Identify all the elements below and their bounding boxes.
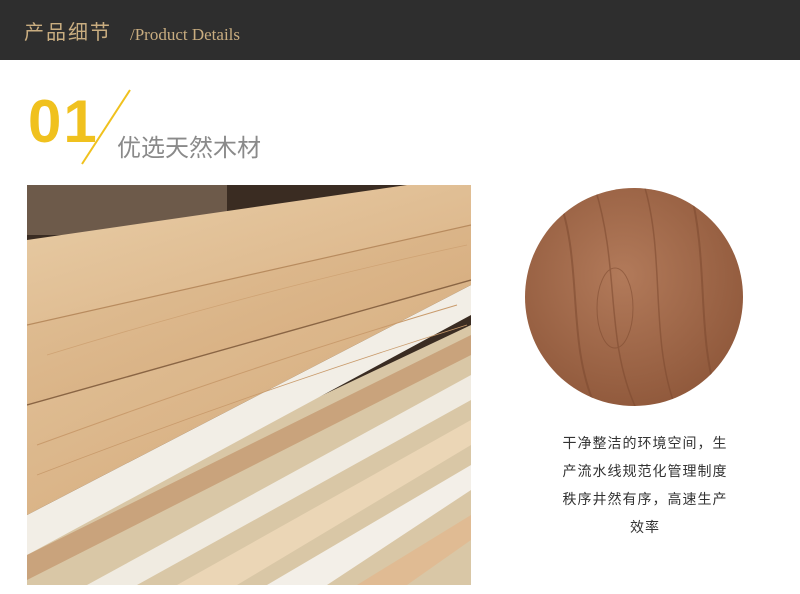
section-title: 优选天然木材 [117, 134, 261, 162]
wood-boards-photo [27, 185, 471, 585]
header-title-cn: 产品细节 [24, 20, 112, 44]
description-line: 干净整洁的环境空间，生 [562, 436, 728, 452]
description-line: 产流水线规范化管理制度 [562, 464, 728, 480]
description-line: 效率 [630, 520, 660, 536]
wood-grain-closeup [525, 188, 743, 406]
header-title-en: /Product Details [130, 25, 241, 44]
description-line: 秩序井然有序，高速生产 [562, 492, 728, 508]
page-header: 产品细节 /Product Details [0, 0, 800, 60]
description-text: 干净整洁的环境空间，生 产流水线规范化管理制度 秩序井然有序，高速生产 效率 [530, 430, 760, 542]
